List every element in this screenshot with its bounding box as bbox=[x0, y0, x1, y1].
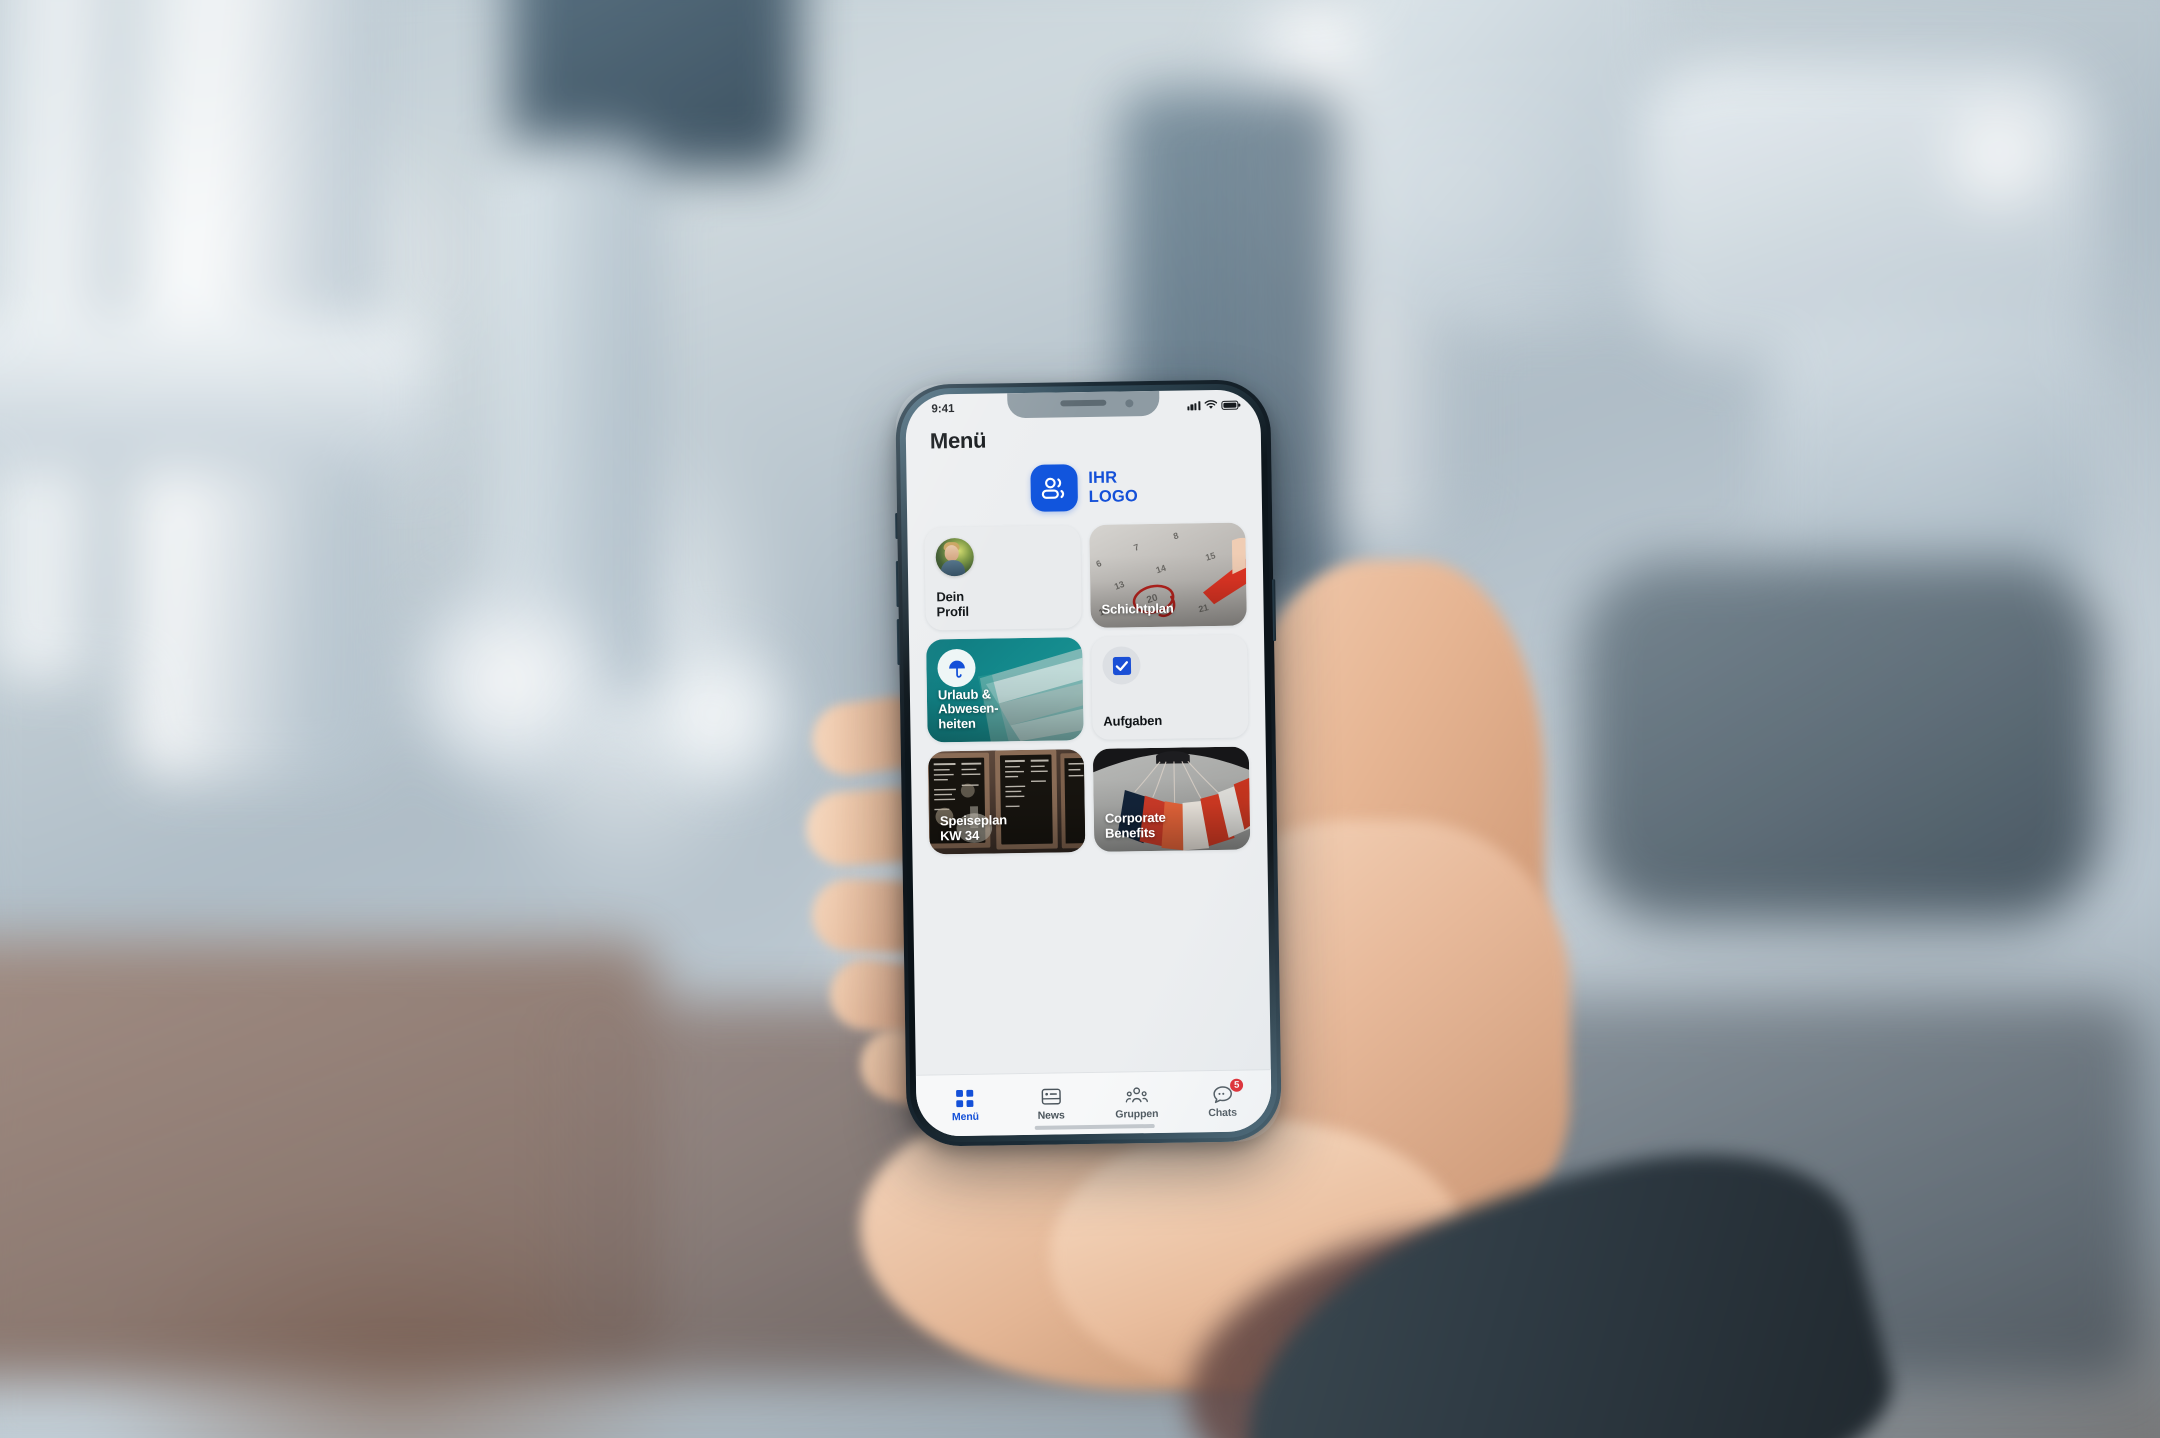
nav-item-menu[interactable]: Menü bbox=[931, 1079, 1000, 1123]
menu-tile-aufgaben[interactable]: Aufgaben bbox=[1091, 634, 1249, 740]
status-indicators bbox=[1187, 399, 1239, 410]
menu-tile-schichtplan[interactable]: 6 7 8 13 14 15 19 20 21 bbox=[1089, 522, 1247, 628]
tile-label-line2: KW 34 bbox=[940, 827, 980, 844]
tile-label-dein-profil: Dein Profil bbox=[925, 588, 1082, 630]
tile-label-aufgaben: Aufgaben bbox=[1092, 713, 1248, 740]
volume-up-button[interactable] bbox=[895, 560, 900, 607]
photo-scene: 9:41 Menü IHR LOGO Dein Profil Schichtpl… bbox=[0, 0, 2160, 1438]
tile-label-schichtplan: Schichtplan bbox=[1090, 601, 1246, 628]
home-indicator[interactable] bbox=[1034, 1124, 1155, 1130]
wifi-icon bbox=[1204, 399, 1218, 409]
battery-icon bbox=[1221, 400, 1239, 410]
brand-logo-line2: LOGO bbox=[1088, 486, 1139, 506]
nav-item-chats[interactable]: 5 Chats bbox=[1188, 1075, 1257, 1119]
people-group-logo-icon bbox=[1030, 464, 1078, 512]
cellular-signal-icon bbox=[1187, 400, 1201, 410]
brand-logo-text: IHR LOGO bbox=[1088, 468, 1138, 506]
menu-tile-urlaub-abwesenheiten[interactable]: Urlaub & Abwesen- heiten bbox=[926, 637, 1084, 743]
nav-label-chats: Chats bbox=[1208, 1106, 1238, 1120]
page-title: Menü bbox=[929, 427, 987, 454]
brand-logo: IHR LOGO bbox=[906, 459, 1262, 528]
smartphone-device: 9:41 Menü IHR LOGO Dein Profil Schichtpl… bbox=[895, 379, 1282, 1147]
silent-switch[interactable] bbox=[895, 512, 899, 540]
user-avatar-photo bbox=[935, 537, 975, 577]
volume-down-button[interactable] bbox=[896, 618, 901, 665]
people-group-icon bbox=[1125, 1085, 1148, 1105]
tile-label-speiseplan: Speiseplan KW 34 bbox=[929, 812, 1086, 854]
nav-label-gruppen: Gruppen bbox=[1115, 1107, 1159, 1121]
nav-label-menu: Menü bbox=[951, 1110, 980, 1124]
bottom-navigation-bar: Menü News Gruppen 5 Chats bbox=[915, 1069, 1272, 1137]
tile-label-line1: Schichtplan bbox=[1101, 600, 1174, 617]
checkbox-checked-icon bbox=[1112, 656, 1131, 675]
menu-tile-dein-profil[interactable]: Dein Profil bbox=[924, 525, 1082, 631]
nav-item-news[interactable]: News bbox=[1017, 1078, 1086, 1122]
tile-label-line3: heiten bbox=[938, 715, 976, 732]
newspaper-icon bbox=[1041, 1086, 1061, 1106]
phone-screen: 9:41 Menü IHR LOGO Dein Profil Schichtpl… bbox=[905, 389, 1272, 1137]
tile-label-line2: Benefits bbox=[1104, 825, 1156, 841]
menu-tile-corporate-benefits[interactable]: Corporate Benefits bbox=[1092, 746, 1251, 852]
status-bar: 9:41 bbox=[905, 389, 1260, 422]
brand-logo-line1: IHR bbox=[1088, 468, 1118, 487]
tile-label-line1: Aufgaben bbox=[1103, 713, 1163, 729]
nav-item-gruppen[interactable]: Gruppen bbox=[1102, 1077, 1171, 1121]
tile-label-urlaub-abwesenheiten: Urlaub & Abwesen- heiten bbox=[927, 686, 1084, 743]
chats-unread-badge: 5 bbox=[1229, 1077, 1245, 1093]
grid-dots-icon bbox=[955, 1088, 974, 1108]
checkbox-checked-icon-wrap bbox=[1102, 646, 1141, 685]
menu-tile-grid: Dein Profil 6 7 8 13 14 bbox=[907, 522, 1271, 1075]
tile-label-line2: Profil bbox=[936, 604, 970, 620]
tile-label-corporate-benefits: Corporate Benefits bbox=[1094, 810, 1251, 852]
menu-tile-speiseplan[interactable]: Speiseplan KW 34 bbox=[927, 749, 1086, 855]
status-time: 9:41 bbox=[931, 402, 955, 415]
nav-label-news: News bbox=[1037, 1109, 1065, 1122]
